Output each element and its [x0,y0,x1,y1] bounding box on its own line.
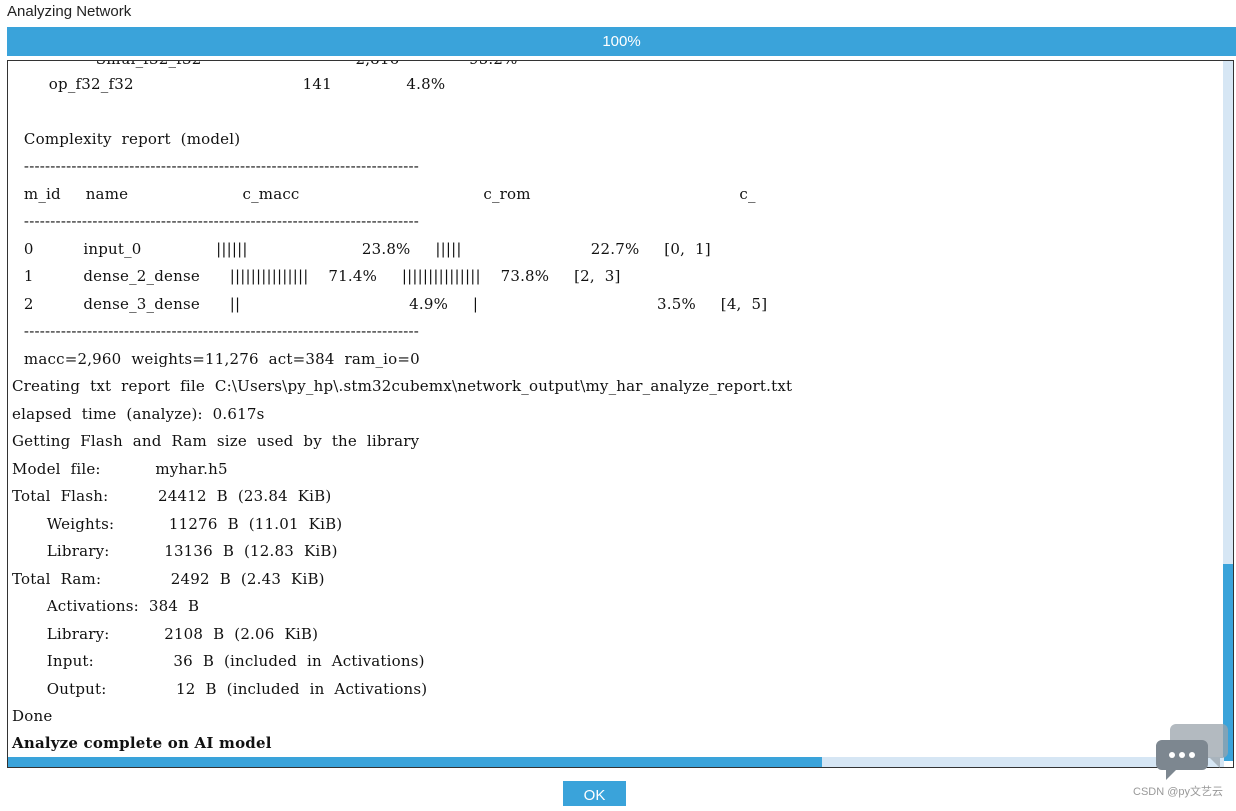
console-line: ----------------------------------------… [14,322,420,340]
console-line: Getting Flash and Ram size used by the l… [12,432,420,450]
console-line: op_f32_f32 141 4.8% [19,75,446,93]
console-line: ----------------------------------------… [14,212,420,230]
console-line: 0 input_0 |||||| 23.8% ||||| 22.7% [0, 1… [14,240,711,258]
console-line-status: Analyze complete on AI model [12,734,272,752]
progress-bar: 100% [7,27,1236,56]
console-line: Model file: myhar.h5 [12,460,228,478]
console-line: Smul_f32_f32 2,816 95.2% [66,61,518,68]
console-line: Library: 13136 B (12.83 KiB) [12,542,338,560]
ok-button[interactable]: OK [563,781,626,806]
console-line: Output: 12 B (included in Activations) [12,680,428,698]
console-line: Creating txt report file C:\Users\py_hp\… [12,377,793,395]
console-output[interactable]: Smul_f32_f32 2,816 95.2% op_f32_f32 141 … [7,60,1234,768]
console-line: Activations: 384 B [12,597,200,615]
console-line: ----------------------------------------… [14,157,420,175]
console-line: 2 dense_3_dense || 4.9% | 3.5% [4, 5] [14,295,768,313]
console-line: m_id name c_macc c_rom c_ [14,185,756,203]
watermark: CSDN @py文艺云 [1133,786,1224,798]
console-line: Total Flash: 24412 B (23.84 KiB) [12,487,332,505]
progress-label: 100% [602,33,641,50]
console-line: Done [12,707,53,725]
console-line: Total Ram: 2492 B (2.43 KiB) [12,570,325,588]
console-line: Complexity report (model) [14,130,241,148]
console-line: Weights: 11276 B (11.01 KiB) [12,515,343,533]
console-line: elapsed time (analyze): 0.617s [12,405,265,423]
chat-bubble-icon[interactable] [1156,722,1228,780]
console-line: macc=2,960 weights=11,276 act=384 ram_io… [14,350,420,368]
console-line: Library: 2108 B (2.06 KiB) [12,625,319,643]
console-line: 1 dense_2_dense ||||||||||||||| 71.4% ||… [14,267,621,285]
window-title: Analyzing Network [7,3,132,20]
horizontal-scrollbar-thumb[interactable] [8,757,822,767]
console-line: Input: 36 B (included in Activations) [12,652,425,670]
